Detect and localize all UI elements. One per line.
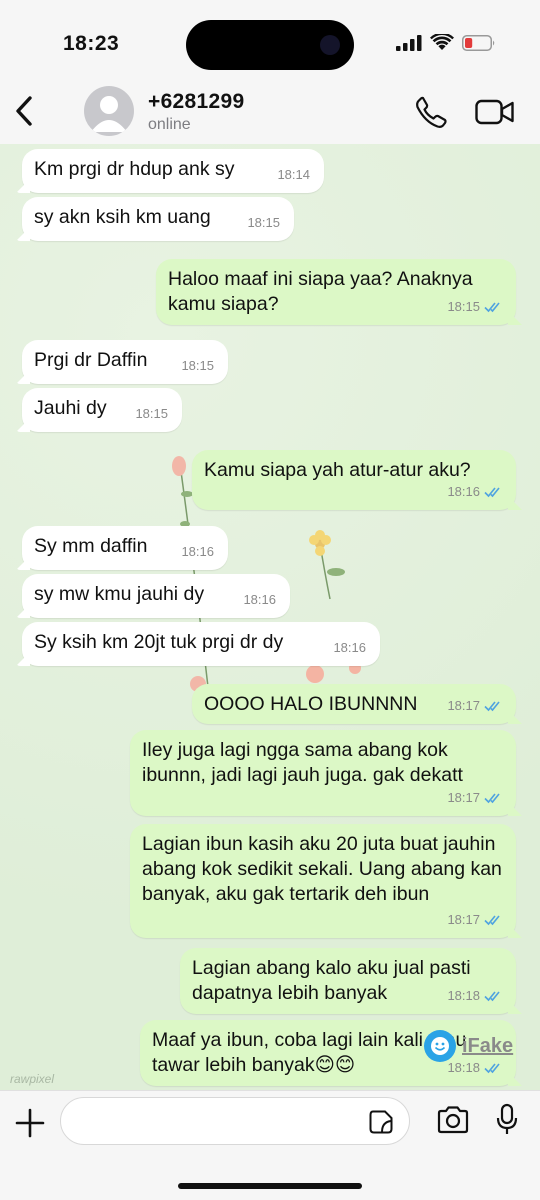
read-ticks-icon: [484, 990, 500, 1001]
message-time: 18:16: [243, 592, 276, 607]
chat-header: +6281299 online: [0, 80, 540, 144]
message-meta: 18:17: [447, 907, 504, 932]
battery-icon: [462, 34, 495, 51]
read-ticks-icon: [484, 700, 500, 711]
plus-icon[interactable]: [14, 1107, 46, 1139]
message-time: 18:18: [447, 988, 480, 1003]
message-meta: 18:18: [447, 983, 504, 1008]
message-time: 18:16: [181, 544, 214, 559]
outgoing-message[interactable]: Haloo maaf ini siapa yaa? Anaknya kamu s…: [156, 259, 516, 325]
phone-icon[interactable]: [414, 95, 448, 129]
message-meta: 18:15: [247, 210, 280, 235]
home-indicator: [178, 1183, 362, 1189]
cellular-signal-icon: [396, 34, 422, 51]
message-time: 18:17: [447, 790, 480, 805]
incoming-message[interactable]: Sy mm daffin 18:16: [22, 526, 228, 570]
read-ticks-icon: [484, 914, 500, 925]
read-ticks-icon: [484, 301, 500, 312]
incoming-message[interactable]: Prgi dr Daffin 18:15: [22, 340, 228, 384]
ifake-watermark: iFake: [424, 1030, 513, 1062]
message-time: 18:15: [135, 406, 168, 421]
incoming-message[interactable]: Jauhi dy 18:15: [22, 388, 182, 432]
message-meta: 18:15: [447, 294, 504, 319]
message-meta: 18:17: [447, 693, 504, 718]
wifi-icon: [430, 34, 454, 50]
flower-decoration-icon: [309, 530, 345, 600]
message-time: 18:16: [447, 484, 480, 499]
message-meta: 18:16: [181, 539, 214, 564]
outgoing-message[interactable]: Lagian ibun kasih aku 20 juta buat jauhi…: [130, 824, 516, 938]
dynamic-island: [186, 20, 354, 70]
ifake-text: iFake: [462, 1034, 514, 1057]
message-time: 18:14: [277, 167, 310, 182]
message-input[interactable]: [60, 1097, 410, 1145]
message-text: Km prgi dr hdup ank sy: [34, 158, 235, 180]
camera-icon[interactable]: [436, 1105, 470, 1135]
message-meta: 18:15: [135, 401, 168, 426]
message-text: Lagian ibun kasih aku 20 juta buat jauhi…: [142, 833, 502, 905]
message-meta: 18:17: [447, 785, 504, 810]
contact-status: online: [148, 116, 191, 133]
message-meta: 18:15: [181, 353, 214, 378]
read-ticks-icon: [484, 792, 500, 803]
message-time: 18:17: [447, 698, 480, 713]
rawpixel-watermark: rawpixel: [10, 1072, 55, 1086]
avatar-placeholder-icon: [91, 96, 127, 132]
message-text: Jauhi dy: [34, 397, 107, 419]
incoming-message[interactable]: sy mw kmu jauhi dy 18:16: [22, 574, 290, 618]
chat-area[interactable]: Km prgi dr hdup ank sy 18:14 sy akn ksih k…: [0, 144, 540, 1090]
message-meta: 18:16: [333, 635, 366, 660]
message-text: Sy ksih km 20jt tuk prgi dr dy: [34, 631, 284, 653]
message-time: 18:15: [181, 358, 214, 373]
back-chevron-icon[interactable]: [12, 94, 38, 128]
avatar[interactable]: [84, 86, 134, 136]
message-text: Prgi dr Daffin: [34, 349, 148, 371]
outgoing-message[interactable]: OOOO HALO IBUNNNN 18:17: [192, 684, 516, 724]
message-time: 18:15: [447, 299, 480, 314]
incoming-message[interactable]: Sy ksih km 20jt tuk prgi dr dy 18:16: [22, 622, 380, 666]
incoming-message[interactable]: Km prgi dr hdup ank sy 18:14: [22, 149, 324, 193]
message-meta: 18:16: [447, 479, 504, 504]
message-meta: 18:16: [243, 587, 276, 612]
read-ticks-icon: [484, 1062, 500, 1073]
video-camera-icon[interactable]: [475, 98, 515, 126]
message-time: 18:15: [247, 215, 280, 230]
message-text: sy akn ksih km uang: [34, 206, 211, 228]
message-text: Sy mm daffin: [34, 535, 148, 557]
status-icons: [396, 34, 496, 51]
message-text: Iley juga lagi ngga sama abang kok ibunn…: [142, 739, 463, 786]
message-time: 18:17: [447, 912, 480, 927]
status-time: 18:23: [63, 32, 120, 55]
outgoing-message[interactable]: Kamu siapa yah atur-atur aku? 18:16: [192, 450, 516, 510]
message-text: sy mw kmu jauhi dy: [34, 583, 205, 605]
status-bar: 18:23: [0, 0, 540, 80]
contact-name[interactable]: +6281299: [148, 90, 244, 114]
ifake-smiley-icon: [424, 1030, 456, 1062]
outgoing-message[interactable]: Iley juga lagi ngga sama abang kok ibunn…: [130, 730, 516, 816]
outgoing-message[interactable]: Lagian abang kalo aku jual pasti dapatny…: [180, 948, 516, 1014]
microphone-icon[interactable]: [495, 1103, 519, 1137]
read-ticks-icon: [484, 486, 500, 497]
incoming-message[interactable]: sy akn ksih km uang 18:15: [22, 197, 294, 241]
input-bar: [0, 1090, 540, 1200]
sticker-icon[interactable]: [368, 1109, 394, 1135]
message-meta: 18:14: [277, 162, 310, 187]
message-time: 18:16: [333, 640, 366, 655]
